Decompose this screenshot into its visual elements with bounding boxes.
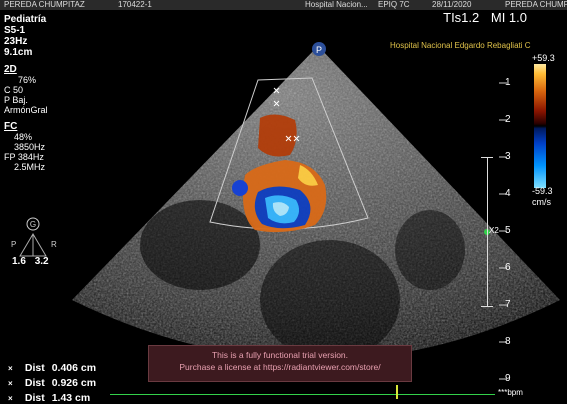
svg-text:P: P: [316, 45, 322, 55]
trial-line-2[interactable]: Purchase a license at https://radiantvie…: [149, 361, 411, 373]
probe-label: S5-1: [4, 25, 26, 36]
depth-tick: 5: [505, 225, 511, 236]
ecg-trace: [110, 394, 495, 395]
twod-harmonic: ArmónGral: [4, 105, 48, 115]
depth-scale: 1 2 3 4 5 6 7 8 9: [505, 60, 565, 390]
focus-range-line: [487, 157, 488, 307]
svg-text:P: P: [11, 240, 16, 249]
twod-power: P Baj.: [4, 95, 28, 105]
twod-contrast: C 50: [4, 85, 24, 95]
twod-header: 2D: [4, 64, 17, 75]
tis-index: TIs1.2: [443, 10, 480, 25]
frame-rate: 23Hz: [4, 36, 28, 47]
measurement-row: × Dist 1.43 cm: [8, 392, 91, 404]
color-frequency: 3850Hz: [14, 142, 46, 152]
measurement-row: × Dist 0.926 cm: [8, 377, 97, 389]
trial-line-1: This is a fully functional trial version…: [211, 350, 349, 360]
depth-tick: 8: [505, 336, 511, 347]
depth-tick: 9: [505, 373, 511, 384]
caliper-marker-icon: ×: [8, 364, 13, 373]
acoustic-indices: TIs1.2 MI 1.0: [443, 10, 527, 25]
echo-image: P: [72, 42, 560, 360]
color-header: FC: [4, 121, 18, 132]
preset-label: Pediatría: [4, 14, 47, 25]
heart-rate: ***bpm: [498, 388, 523, 397]
depth-value: 9.1cm: [4, 47, 33, 58]
hospital-name: Hospital Nacional Edgardo Rebagliati C: [390, 41, 531, 50]
depth-tick: 2: [505, 114, 511, 125]
measurement-row: × Dist 0.406 cm: [8, 362, 97, 374]
depth-tick: 7: [505, 299, 511, 310]
depth-tick: 6: [505, 262, 511, 273]
mode-info-panel: Pediatría S5-1 23Hz 9.1cm 2D 76% C 50 P …: [4, 14, 48, 172]
val-right: 3.2: [34, 256, 49, 267]
trial-notice: This is a fully functional trial version…: [148, 345, 412, 382]
ecg-cursor: [396, 385, 398, 399]
depth-tick: 4: [505, 188, 511, 199]
color-mhz: 2.5MHz: [14, 162, 46, 172]
color-filter: FP 384Hz: [4, 152, 44, 162]
color-gain: 48%: [14, 132, 33, 142]
svg-text:G: G: [30, 220, 36, 229]
twod-gain: 76%: [18, 75, 37, 85]
depth-tick: 3: [505, 151, 511, 162]
caliper-marker-icon: ×: [8, 379, 13, 388]
mi-index: MI 1.0: [490, 10, 527, 25]
depth-tick: 1: [505, 77, 511, 88]
svg-text:R: R: [51, 240, 57, 249]
val-left: 1.6: [12, 256, 26, 267]
